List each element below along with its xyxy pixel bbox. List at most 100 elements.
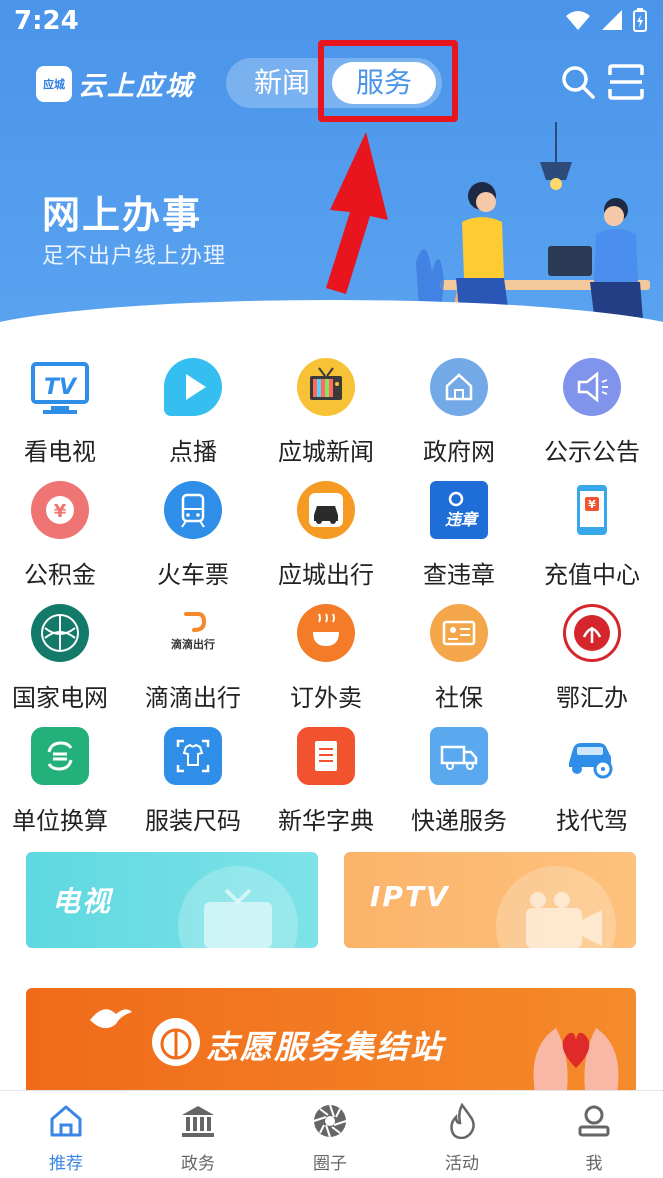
grid-label: 政府网 [423,438,495,466]
volunteer-banner[interactable]: 志愿服务集结站 [26,988,636,1090]
service-recharge[interactable]: ¥ 充值中心 [526,475,658,593]
retro-tv-icon [297,358,355,416]
volunteer-title: 志愿服务集结站 [206,1028,445,1066]
service-on-demand[interactable]: 点播 [127,352,259,470]
grid-label: 火车票 [157,561,229,589]
grid-label: 单位换算 [12,807,108,835]
id-card-icon [430,604,488,662]
service-yingcheng-travel[interactable]: 应城出行 [260,475,392,593]
tab-label: 我 [585,1154,603,1174]
tv-set-icon [204,888,272,948]
status-icons [565,8,647,32]
truck-icon [430,727,488,785]
government-building-icon [182,1106,214,1137]
status-bar: 7:24 [0,0,663,44]
grid-label: 充值中心 [544,561,640,589]
service-xinhua-dict[interactable]: 新华字典 [260,721,392,839]
service-social-security[interactable]: 社保 [393,598,525,716]
tab-circle[interactable]: 圈子 [264,1091,396,1178]
tab-recommend[interactable]: 推荐 [0,1091,132,1178]
svg-text:¥: ¥ [588,498,596,511]
service-didi[interactable]: 滴滴出行 滴滴出行 [127,598,259,716]
service-ehuiban[interactable]: 鄂汇办 [526,598,658,716]
ehuiban-icon [563,604,621,662]
dictionary-icon [297,727,355,785]
svg-text:¥: ¥ [54,501,67,522]
violation-icon: 违章 [430,481,488,539]
convert-icon [31,727,89,785]
service-announcement[interactable]: 公示公告 [526,352,658,470]
flame-icon [450,1103,475,1139]
user-icon [578,1105,610,1137]
service-train-ticket[interactable]: 火车票 [127,475,259,593]
service-traffic-violation[interactable]: 违章 查违章 [393,475,525,593]
tab-me[interactable]: 我 [528,1091,660,1178]
grid-label: 滴滴出行 [145,684,241,712]
phone-recharge-icon: ¥ [563,481,621,539]
grid-label: 找代驾 [556,807,628,835]
heart-hands-icon [533,1028,619,1090]
service-clothing-size[interactable]: 服装尺码 [127,721,259,839]
service-watch-tv[interactable]: TV 看电视 [0,352,126,470]
bottom-tab-bar: 推荐 政务 圈子 活动 我 [0,1090,663,1178]
tab-label: 圈子 [313,1154,347,1174]
grid-label: 查违章 [423,561,495,589]
grid-label: 社保 [435,684,483,712]
app-logo: 应城 云上应城 [36,64,194,103]
banner-title: 网上办事 [42,193,203,237]
grid-label: 看电视 [24,438,96,466]
tab-activity[interactable]: 活动 [396,1091,528,1178]
volunteer-logo-icon [152,1018,200,1066]
tab-label: 政务 [181,1154,215,1174]
service-yingcheng-news[interactable]: 应城新闻 [260,352,392,470]
service-housing-fund[interactable]: ¥ 公积金 [0,475,126,593]
service-takeout[interactable]: 订外卖 [260,598,392,716]
tv-card-label: 电视 [52,885,113,918]
grid-label: 点播 [169,438,217,466]
grid-label: 公积金 [24,561,96,589]
tab-label: 活动 [445,1154,479,1174]
tab-government[interactable]: 政务 [132,1091,264,1178]
train-icon [164,481,222,539]
logo-badge: 应城 [36,65,72,102]
grid-label: 订外卖 [290,684,362,712]
banner-subtitle: 足不出户线上办理 [42,244,227,269]
highlight-box [318,40,458,122]
service-express[interactable]: 快递服务 [393,721,525,839]
play-icon [164,358,222,416]
car-icon [297,481,355,539]
scan-icon[interactable] [608,64,644,100]
grid-label: 国家电网 [12,684,108,712]
aperture-icon [313,1104,347,1138]
grid-label: 新华字典 [278,807,374,835]
driver-car-icon [563,727,621,785]
home-icon [430,358,488,416]
iptv-card-label: IPTV [370,880,450,913]
battery-icon [633,8,647,32]
svg-text:TV: TV [44,375,78,400]
service-unit-convert[interactable]: 单位换算 [0,721,126,839]
signal-icon [602,10,622,30]
tv-card[interactable]: 电视 [26,852,318,948]
service-designated-driver[interactable]: 找代驾 [526,721,658,839]
service-gov-web[interactable]: 政府网 [393,352,525,470]
grid-label: 鄂汇办 [556,684,628,712]
logo-text: 云上应城 [78,71,194,102]
dove-icon [90,1009,132,1029]
red-arrow-icon [326,132,388,294]
status-time: 7:24 [14,6,79,36]
service-state-grid[interactable]: 国家电网 [0,598,126,716]
grid-label: 应城新闻 [278,438,374,466]
grid-label: 公示公告 [544,438,640,466]
iptv-card[interactable]: IPTV [344,852,636,948]
tv-icon: TV [31,358,89,416]
state-grid-icon [31,604,89,662]
svg-text:滴滴出行: 滴滴出行 [171,637,215,651]
wifi-icon [566,11,590,30]
search-icon[interactable] [560,64,596,100]
grid-label: 快递服务 [411,807,507,835]
tab-news[interactable]: 新闻 [234,58,330,108]
svg-text:违章: 违章 [445,510,479,529]
video-camera-icon [526,892,602,948]
tab-label: 推荐 [49,1154,83,1174]
